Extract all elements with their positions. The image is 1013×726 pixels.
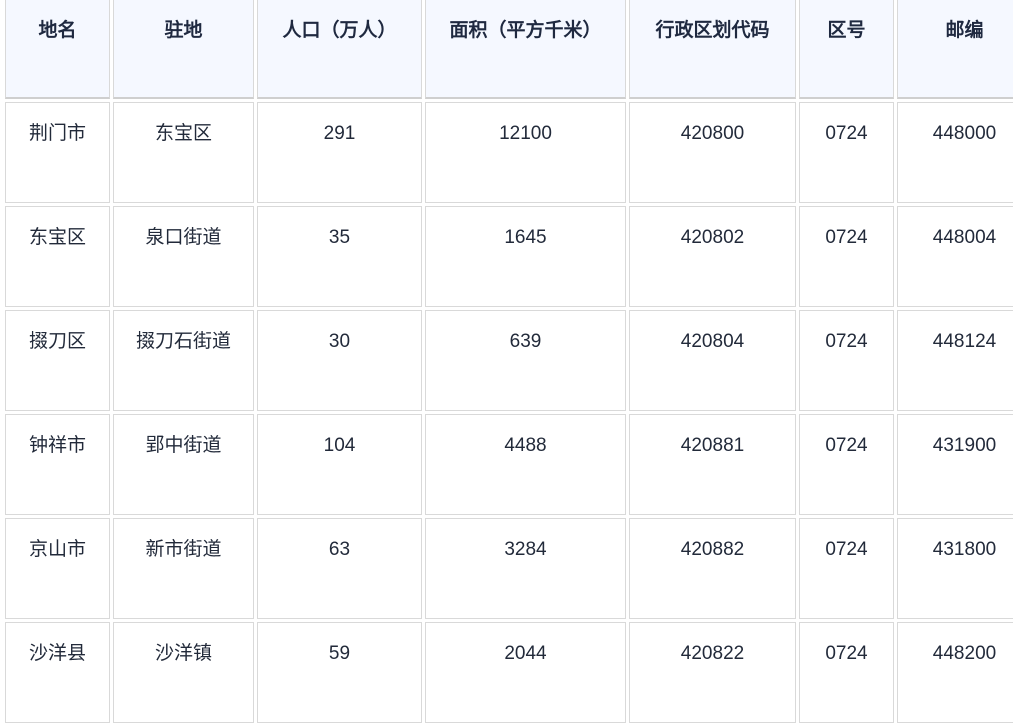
cell-population: 63	[257, 518, 422, 619]
header-population: 人口（万人）	[257, 0, 422, 99]
cell-seat: 郢中街道	[113, 414, 254, 515]
table-body: 荆门市 东宝区 291 12100 420800 0724 448000 东宝区…	[5, 102, 1013, 723]
cell-area-code: 0724	[799, 206, 894, 307]
cell-population: 30	[257, 310, 422, 411]
cell-place-name: 荆门市	[5, 102, 110, 203]
cell-seat: 新市街道	[113, 518, 254, 619]
cell-population: 291	[257, 102, 422, 203]
cell-place-name: 东宝区	[5, 206, 110, 307]
cell-division-code: 420881	[629, 414, 796, 515]
cell-seat: 沙洋镇	[113, 622, 254, 723]
cell-area-code: 0724	[799, 102, 894, 203]
header-area: 面积（平方千米）	[425, 0, 626, 99]
header-division-code: 行政区划代码	[629, 0, 796, 99]
cell-area: 4488	[425, 414, 626, 515]
cell-area-code: 0724	[799, 414, 894, 515]
table-row: 荆门市 东宝区 291 12100 420800 0724 448000	[5, 102, 1013, 203]
admin-division-table: 地名 驻地 人口（万人） 面积（平方千米） 行政区划代码 区号 邮编 荆门市 东…	[2, 0, 1013, 726]
cell-place-name: 沙洋县	[5, 622, 110, 723]
cell-area: 3284	[425, 518, 626, 619]
cell-area: 12100	[425, 102, 626, 203]
cell-population: 35	[257, 206, 422, 307]
cell-area-code: 0724	[799, 518, 894, 619]
cell-postal-code: 448124	[897, 310, 1013, 411]
cell-area: 1645	[425, 206, 626, 307]
cell-seat: 泉口街道	[113, 206, 254, 307]
cell-area: 639	[425, 310, 626, 411]
cell-area-code: 0724	[799, 622, 894, 723]
table-row: 掇刀区 掇刀石街道 30 639 420804 0724 448124	[5, 310, 1013, 411]
table-row: 钟祥市 郢中街道 104 4488 420881 0724 431900	[5, 414, 1013, 515]
table-wrapper: 地名 驻地 人口（万人） 面积（平方千米） 行政区划代码 区号 邮编 荆门市 东…	[2, 0, 1013, 726]
cell-area: 2044	[425, 622, 626, 723]
cell-postal-code: 431800	[897, 518, 1013, 619]
cell-division-code: 420822	[629, 622, 796, 723]
cell-area-code: 0724	[799, 310, 894, 411]
cell-place-name: 钟祥市	[5, 414, 110, 515]
header-seat: 驻地	[113, 0, 254, 99]
header-postal-code: 邮编	[897, 0, 1013, 99]
cell-seat: 东宝区	[113, 102, 254, 203]
header-row: 地名 驻地 人口（万人） 面积（平方千米） 行政区划代码 区号 邮编	[5, 0, 1013, 99]
cell-division-code: 420802	[629, 206, 796, 307]
cell-division-code: 420882	[629, 518, 796, 619]
cell-division-code: 420800	[629, 102, 796, 203]
header-place-name: 地名	[5, 0, 110, 99]
table-row: 京山市 新市街道 63 3284 420882 0724 431800	[5, 518, 1013, 619]
cell-postal-code: 448200	[897, 622, 1013, 723]
cell-postal-code: 448000	[897, 102, 1013, 203]
cell-population: 59	[257, 622, 422, 723]
cell-postal-code: 448004	[897, 206, 1013, 307]
cell-postal-code: 431900	[897, 414, 1013, 515]
cell-place-name: 掇刀区	[5, 310, 110, 411]
cell-seat: 掇刀石街道	[113, 310, 254, 411]
table-row: 沙洋县 沙洋镇 59 2044 420822 0724 448200	[5, 622, 1013, 723]
cell-population: 104	[257, 414, 422, 515]
header-area-code: 区号	[799, 0, 894, 99]
table-row: 东宝区 泉口街道 35 1645 420802 0724 448004	[5, 206, 1013, 307]
table-header: 地名 驻地 人口（万人） 面积（平方千米） 行政区划代码 区号 邮编	[5, 0, 1013, 99]
cell-place-name: 京山市	[5, 518, 110, 619]
cell-division-code: 420804	[629, 310, 796, 411]
